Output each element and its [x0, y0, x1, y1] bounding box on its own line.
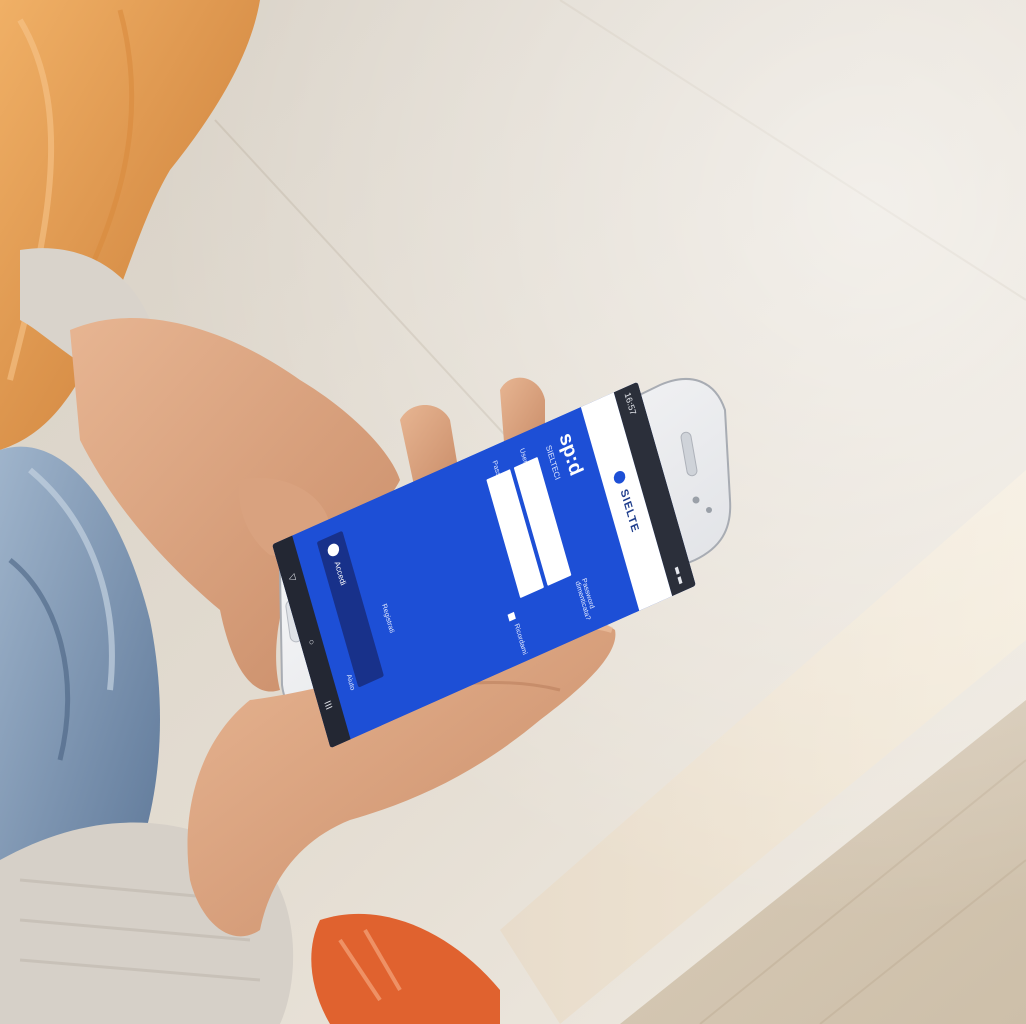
photo-scene: 16:57 ▮▮ SIELTE sp:d SIELTECI Username P…: [0, 0, 1026, 1024]
signal-icon: ▮▮: [672, 563, 687, 588]
forgot-password-link[interactable]: Password dimenticata?: [574, 577, 601, 633]
company-logo: SIELTE: [612, 468, 641, 535]
status-time: 16:57: [622, 390, 639, 417]
help-link[interactable]: Aiuto: [345, 673, 356, 691]
login-button-label: Accedi: [332, 559, 348, 587]
logo-text: SIELTE: [617, 487, 641, 535]
back-icon[interactable]: ◁: [287, 571, 299, 585]
remember-label: Ricordami: [512, 622, 528, 657]
register-link[interactable]: Registrati: [380, 603, 395, 635]
remember-checkbox[interactable]: [507, 611, 516, 622]
fingerprint-icon: [326, 541, 341, 559]
menu-icon[interactable]: ☰: [324, 699, 336, 713]
logo-mark-icon: [612, 468, 627, 486]
home-icon[interactable]: ○: [305, 635, 317, 649]
